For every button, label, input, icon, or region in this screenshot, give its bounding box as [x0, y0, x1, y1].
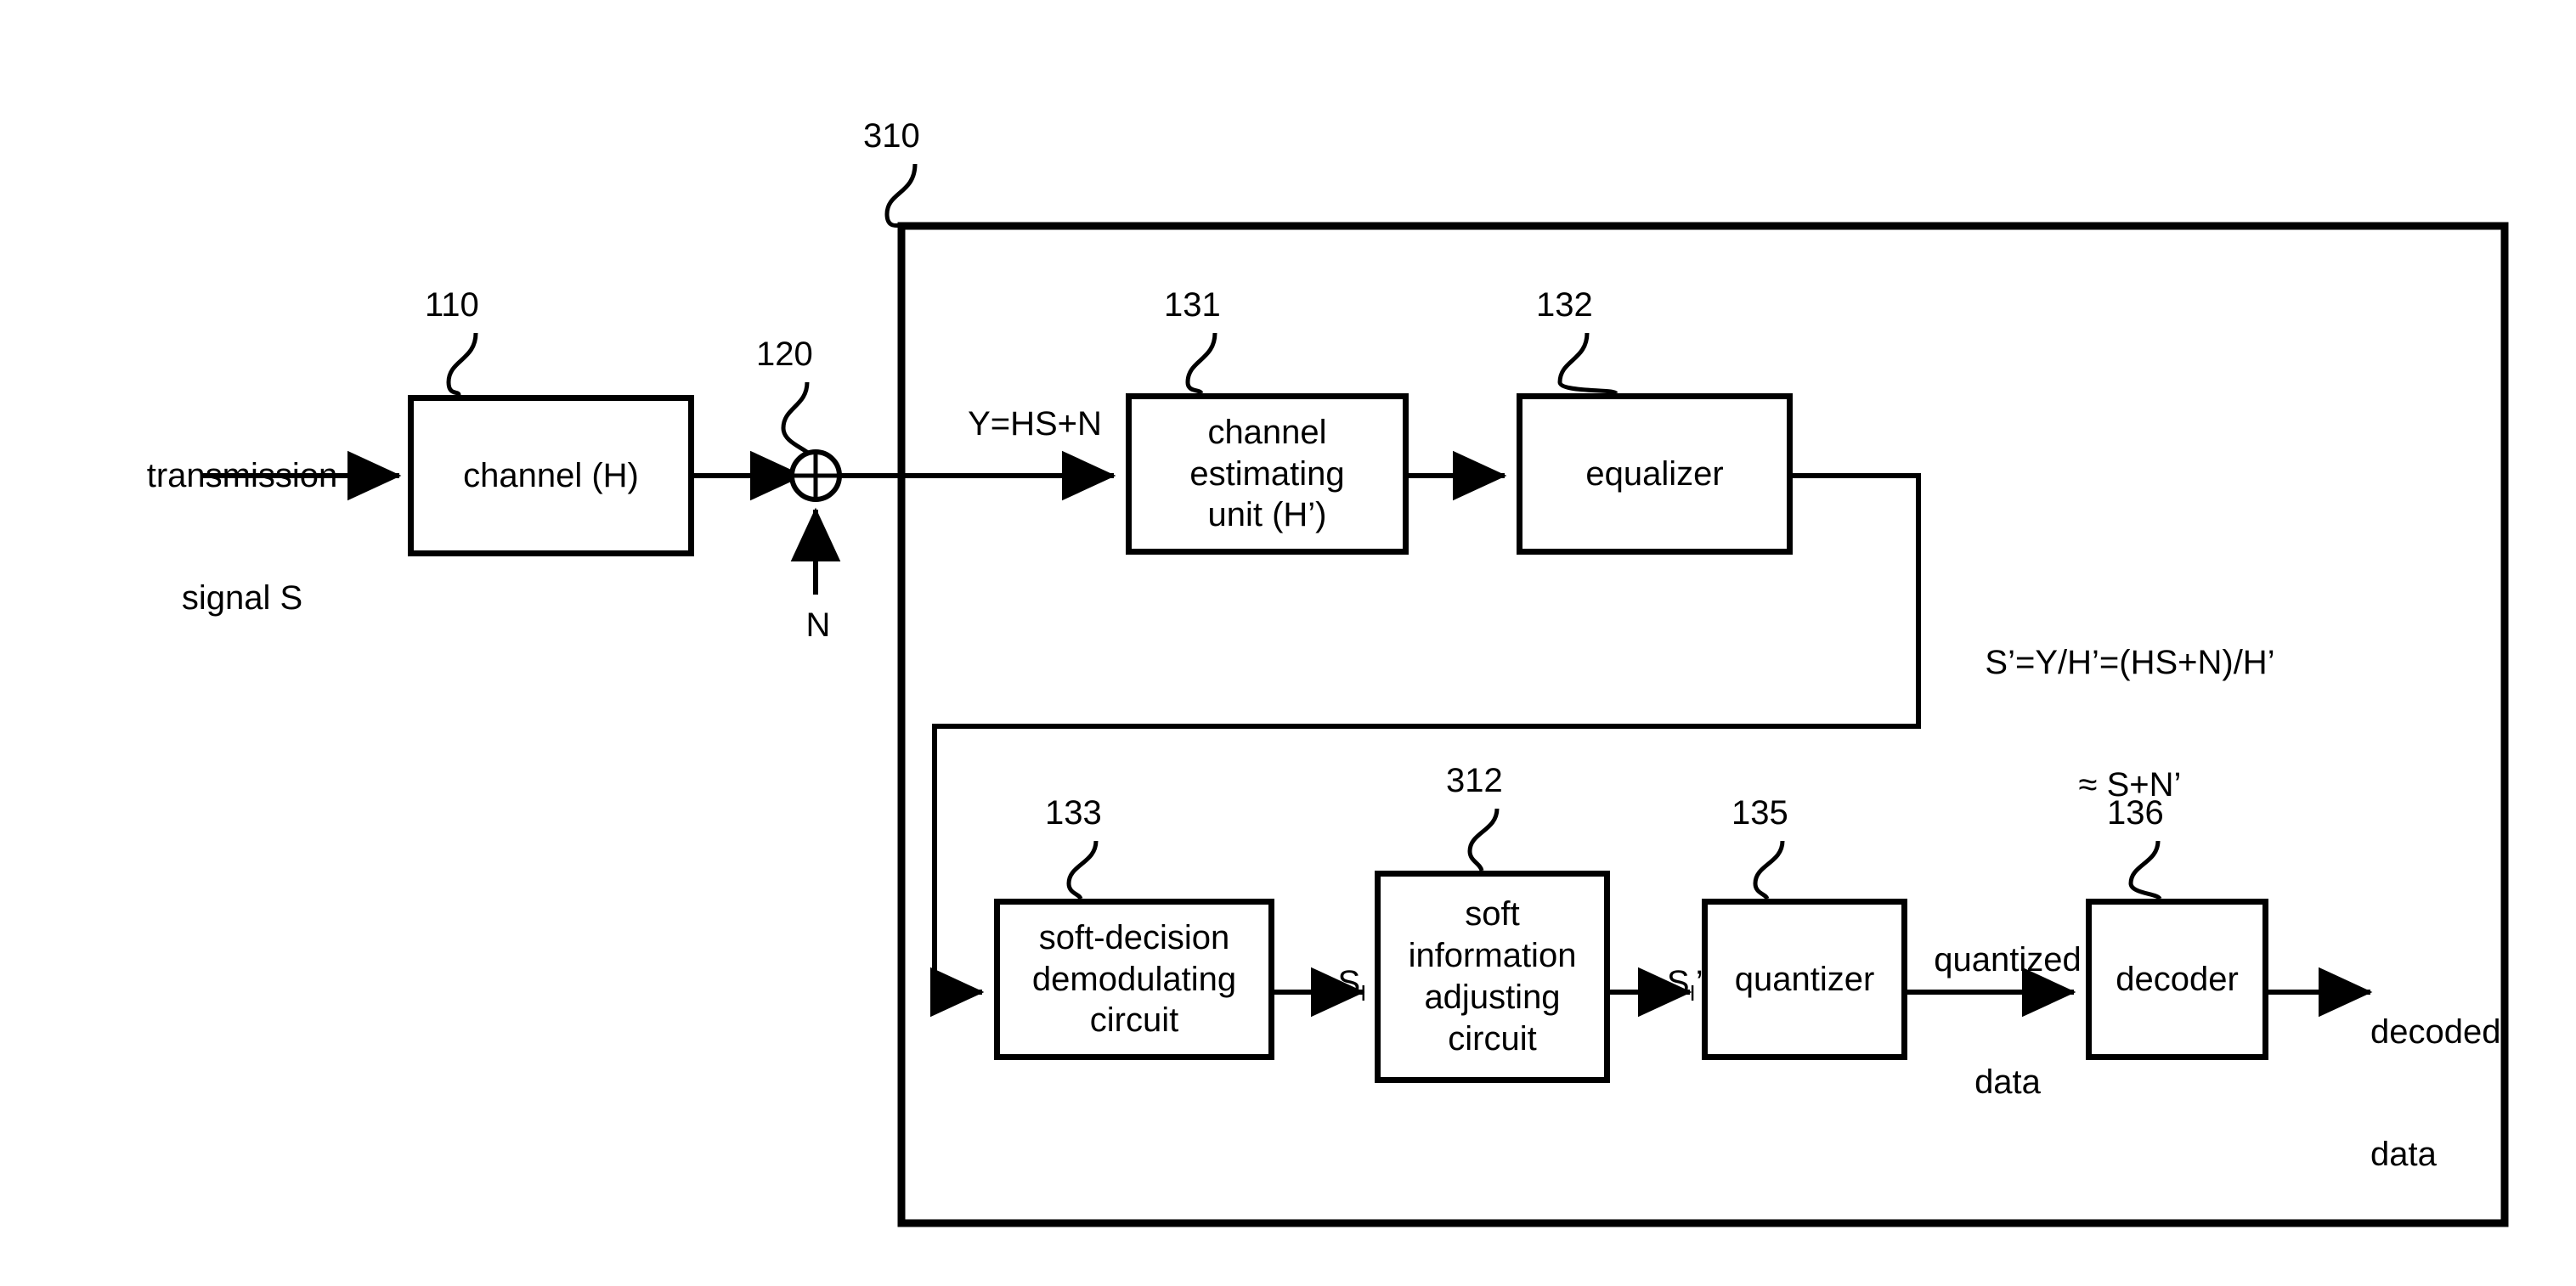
leader-110	[446, 332, 478, 397]
block-soft-info-line1: soft	[1465, 895, 1520, 933]
label-s-i-prime: SI’	[1628, 922, 1704, 1047]
leader-120	[781, 381, 811, 455]
label-noise-n: N	[805, 606, 831, 644]
block-channel-estimating-unit[interactable]: channel estimating unit (H’)	[1126, 393, 1409, 555]
ref-132: 132	[1536, 286, 1593, 324]
ref-133: 133	[1045, 794, 1102, 832]
block-soft-info-line3: adjusting	[1424, 979, 1561, 1016]
block-soft-info-line2: information	[1408, 937, 1577, 975]
leader-310	[884, 163, 918, 228]
label-input-signal-line1: transmission	[146, 457, 338, 494]
block-soft-decision-line2: demodulating	[1031, 960, 1237, 998]
block-soft-decision-line1: soft-decision	[1038, 918, 1230, 956]
label-s-i-prime-base: S	[1666, 964, 1690, 1001]
block-channel-estimating-unit-line2: estimating	[1189, 454, 1345, 493]
label-decoded-data-line2: data	[2370, 1136, 2437, 1173]
ref-120: 120	[756, 336, 813, 373]
label-y-equation: Y=HS+N	[968, 405, 1102, 443]
leader-131	[1185, 332, 1217, 395]
block-channel-estimating-unit-line3: unit (H’)	[1207, 496, 1327, 534]
block-soft-info-line4: circuit	[1448, 1019, 1537, 1058]
leader-135	[1753, 840, 1785, 900]
ref-310: 310	[863, 117, 920, 155]
leader-132	[1557, 332, 1618, 396]
block-channel[interactable]: channel (H)	[408, 395, 694, 556]
label-s-i-subscript: I	[1360, 979, 1367, 1006]
block-channel-estimating-unit-line1: channel	[1207, 413, 1327, 451]
label-s-i-base: S	[1337, 964, 1361, 1001]
label-decoded-data: decoded data	[2370, 930, 2557, 1256]
label-s-prime-line2: ≈ S+N’	[2078, 766, 2182, 804]
label-s-i-prime-tail: ’	[1695, 964, 1703, 1001]
block-channel-label: channel (H)	[463, 456, 639, 494]
ref-135: 135	[1731, 794, 1788, 832]
block-equalizer[interactable]: equalizer	[1517, 393, 1793, 555]
label-quantized-data-line2: data	[1974, 1063, 2041, 1101]
label-quantized-data-line1: quantized	[1934, 941, 2082, 979]
label-s-i: SI	[1300, 922, 1366, 1047]
block-soft-decision-demodulating-circuit[interactable]: soft-decision demodulating circuit	[994, 899, 1274, 1060]
figure-canvas: channel (H) channel estimating unit (H’)…	[0, 0, 2576, 1286]
block-equalizer-label: equalizer	[1585, 454, 1724, 493]
leader-312	[1467, 808, 1500, 871]
ref-131: 131	[1164, 286, 1221, 324]
leader-133	[1066, 840, 1099, 900]
block-decoder-label: decoder	[2116, 960, 2239, 998]
block-soft-information-adjusting-circuit[interactable]: soft information adjusting circuit	[1375, 871, 1610, 1083]
label-input-signal: transmission signal S	[119, 374, 365, 700]
label-s-prime-equation: S’=Y/H’=(HS+N)/H’ ≈ S+N’	[1930, 561, 2330, 887]
label-decoded-data-line1: decoded	[2370, 1013, 2501, 1051]
label-s-i-prime-subscript: I	[1689, 979, 1696, 1006]
block-quantizer[interactable]: quantizer	[1702, 899, 1907, 1060]
block-quantizer-label: quantizer	[1734, 960, 1875, 998]
block-soft-decision-line3: circuit	[1089, 1001, 1179, 1040]
ref-110: 110	[425, 286, 479, 324]
label-quantized-data: quantized data	[1901, 858, 2114, 1184]
label-input-signal-line2: signal S	[181, 579, 303, 617]
label-s-prime-line1: S’=Y/H’=(HS+N)/H’	[1985, 644, 2275, 681]
ref-312: 312	[1446, 762, 1503, 799]
